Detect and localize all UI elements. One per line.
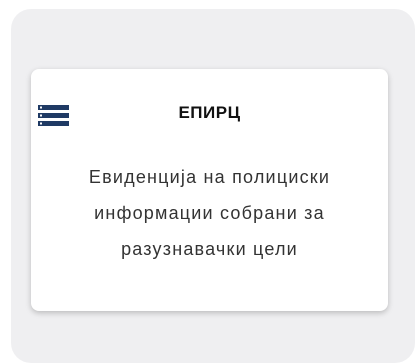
module-card-epirc[interactable]: ЕПИРЦ Евиденција на полициски информации…: [31, 69, 388, 311]
card-title: ЕПИРЦ: [178, 103, 241, 122]
card-description: Евиденција на полициски информации собра…: [88, 167, 331, 259]
